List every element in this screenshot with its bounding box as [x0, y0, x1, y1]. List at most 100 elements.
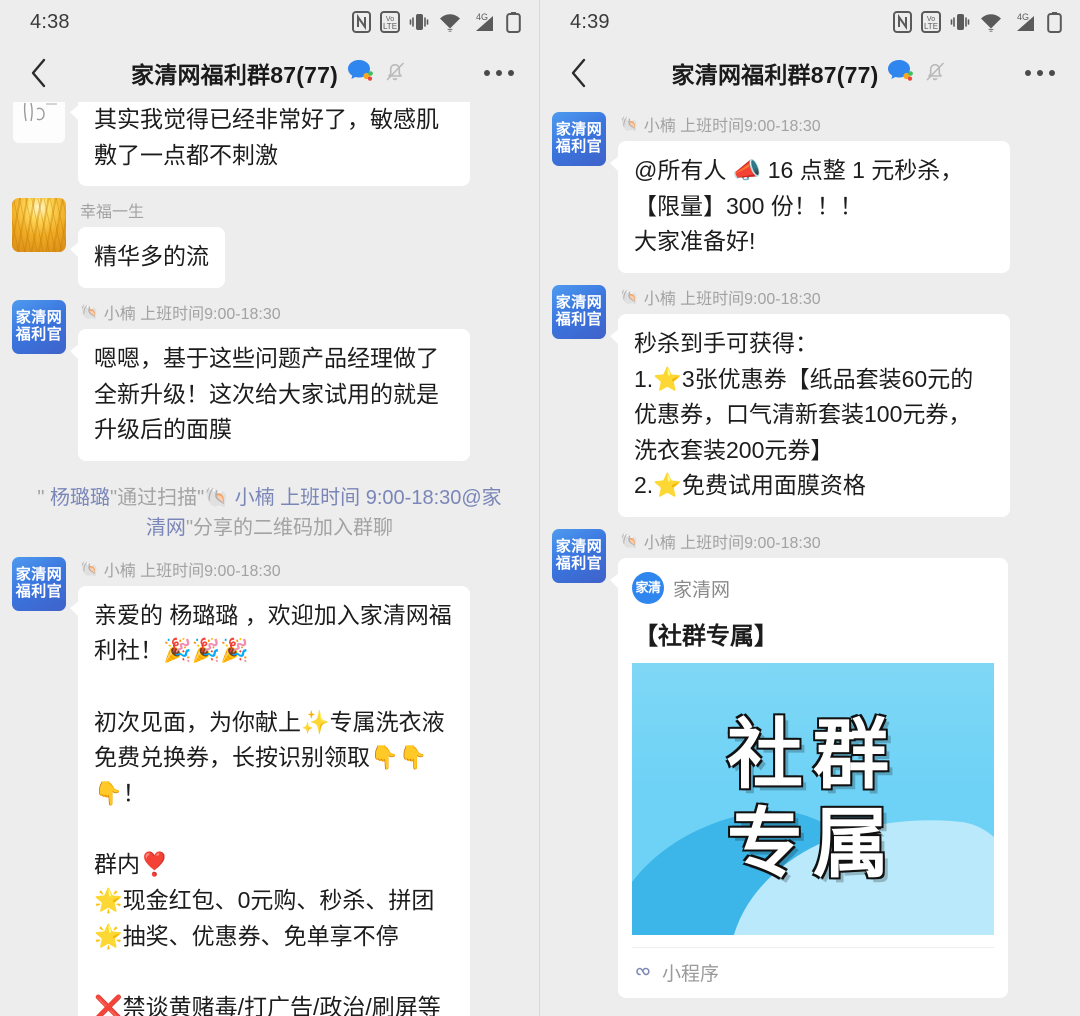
volte-icon: VoLTE	[380, 11, 400, 33]
wecom-icon[interactable]	[885, 56, 915, 91]
sender-name: 小楠 上班时间9:00-18:30	[644, 285, 821, 309]
message-body: 🐚 小楠 上班时间9:00-18:30 家清 家清网 【社群专属】	[618, 529, 1008, 998]
message-bubble[interactable]: 精华多的流	[78, 227, 225, 288]
miniprogram-cover-image[interactable]: 社群 专属	[632, 663, 994, 935]
svg-text:LTE: LTE	[383, 22, 397, 31]
avatar-label-line1: 家清网	[556, 122, 603, 139]
miniprogram-footer-label: 小程序	[662, 959, 719, 986]
nfc-icon	[352, 11, 371, 33]
avatar-label-line1: 家清网	[16, 310, 63, 327]
sender-row: 🐚 小楠 上班时间9:00-18:30	[80, 300, 470, 324]
more-options-button[interactable]	[479, 53, 519, 93]
wecom-icon[interactable]	[345, 56, 375, 91]
system-text-part: "	[37, 487, 50, 509]
message-body: 其实我觉得已经非常好了，敏感肌敷了一点都不刺激	[78, 102, 470, 186]
status-icons: VoLTE 4G	[893, 11, 1062, 33]
dual-screenshot-container: 4:38 VoLTE 4G	[0, 0, 1080, 1016]
screen-left: 4:38 VoLTE 4G	[0, 0, 540, 1016]
avatar-label-line2: 福利官	[556, 312, 603, 329]
avatar[interactable]	[12, 102, 66, 144]
avatar-label-line1: 家清网	[16, 567, 63, 584]
message-list-right[interactable]: 家清网 福利官 🐚 小楠 上班时间9:00-18:30 @所有人 📣 16 点整…	[540, 102, 1080, 1016]
title-center-group: 家清网福利群87(77)	[0, 56, 539, 91]
sender-row: 幸福一生	[80, 198, 225, 222]
message-body: 🐚 小楠 上班时间9:00-18:30 秒杀到手可获得： 1.⭐3张优惠券【纸品…	[618, 285, 1010, 517]
bell-muted-icon[interactable]	[922, 58, 948, 89]
app-logo-text: 家清	[635, 581, 660, 594]
signal-4g-icon: 4G	[471, 11, 497, 33]
more-options-button[interactable]	[1020, 53, 1060, 93]
avatar[interactable]: 家清网 福利官	[12, 300, 66, 354]
message-bubble[interactable]: 其实我觉得已经非常好了，敏感肌敷了一点都不刺激	[78, 102, 470, 186]
avatar[interactable]	[12, 198, 66, 252]
title-center-group: 家清网福利群87(77)	[540, 56, 1080, 91]
system-text-part: "通过扫描"	[110, 487, 204, 509]
avatar[interactable]: 家清网 福利官	[12, 557, 66, 611]
svg-text:LTE: LTE	[924, 22, 938, 31]
miniprogram-app-name: 家清网	[673, 575, 730, 602]
back-button[interactable]	[560, 53, 596, 93]
sender-name: 小楠 上班时间9:00-18:30	[104, 300, 281, 324]
battery-icon	[1047, 11, 1062, 33]
avatar[interactable]: 家清网 福利官	[552, 285, 606, 339]
status-time: 4:38	[30, 11, 70, 34]
page-title: 家清网福利群87(77)	[672, 56, 879, 90]
avatar[interactable]: 家清网 福利官	[552, 529, 606, 583]
status-bar: 4:38 VoLTE 4G	[0, 0, 539, 44]
message-item: 家清网 福利官 🐚 小楠 上班时间9:00-18:30 家清 家清网	[540, 529, 1080, 998]
miniprogram-header: 家清 家清网	[632, 572, 994, 604]
avatar-label-line2: 福利官	[16, 327, 63, 344]
bell-muted-icon[interactable]	[382, 58, 408, 89]
message-item: 家清网 福利官 🐚 小楠 上班时间9:00-18:30 亲爱的 杨璐璐 ，欢迎加…	[0, 557, 539, 1016]
status-icons: VoLTE 4G	[352, 11, 521, 33]
sender-row: 🐚 小楠 上班时间9:00-18:30	[620, 112, 1010, 136]
avatar[interactable]: 家清网 福利官	[552, 112, 606, 166]
avatar-label-line2: 福利官	[16, 584, 63, 601]
message-bubble[interactable]: 秒杀到手可获得： 1.⭐3张优惠券【纸品套装60元的优惠券，口气清新套装100元…	[618, 314, 1010, 517]
shell-emoji-icon: 🐚	[620, 288, 639, 306]
cover-text-line1: 社群	[727, 711, 899, 798]
status-time: 4:39	[570, 11, 610, 34]
message-item: 家清网 福利官 🐚 小楠 上班时间9:00-18:30 @所有人 📣 16 点整…	[540, 112, 1080, 273]
title-bar: 家清网福利群87(77)	[540, 44, 1080, 102]
avatar-label-line2: 福利官	[556, 556, 603, 573]
svg-text:4G: 4G	[476, 12, 488, 22]
system-text-part: "分享的二维码加入群聊	[186, 517, 393, 539]
page-title: 家清网福利群87(77)	[131, 56, 338, 90]
sender-name: 小楠 上班时间9:00-18:30	[104, 557, 281, 581]
title-bar: 家清网福利群87(77)	[0, 44, 539, 102]
avatar-label-line1: 家清网	[556, 539, 603, 556]
shell-emoji-icon: 🐚	[620, 532, 639, 550]
vibrate-icon	[409, 11, 429, 33]
miniprogram-footer: 小程序	[632, 947, 994, 998]
chevron-left-icon	[29, 57, 47, 89]
message-bubble[interactable]: 嗯嗯，基于这些问题产品经理做了全新升级！这次给大家试用的就是升级后的面膜	[78, 329, 470, 461]
more-dots-icon	[484, 70, 514, 76]
sender-name: 幸福一生	[80, 198, 144, 222]
message-list-left[interactable]: 其实我觉得已经非常好了，敏感肌敷了一点都不刺激 幸福一生 精华多的流 家清网 福…	[0, 102, 539, 1016]
miniprogram-title: 【社群专属】	[634, 616, 994, 651]
back-button[interactable]	[20, 53, 56, 93]
sender-row: 🐚 小楠 上班时间9:00-18:30	[620, 285, 1010, 309]
nfc-icon	[893, 11, 912, 33]
miniprogram-card[interactable]: 家清 家清网 【社群专属】 社群 专属	[618, 558, 1008, 998]
message-item: 幸福一生 精华多的流	[0, 198, 539, 288]
message-body: 🐚 小楠 上班时间9:00-18:30 嗯嗯，基于这些问题产品经理做了全新升级！…	[78, 300, 470, 461]
message-item: 其实我觉得已经非常好了，敏感肌敷了一点都不刺激	[0, 102, 539, 186]
cover-text-line2: 专属	[727, 800, 899, 887]
system-link-name[interactable]: 杨璐璐	[50, 487, 110, 509]
wifi-icon	[438, 11, 462, 33]
message-bubble[interactable]: 亲爱的 杨璐璐 ，欢迎加入家清网福利社！🎉🎉🎉 初次见面，为你献上✨专属洗衣液免…	[78, 586, 470, 1016]
avatar-label-line2: 福利官	[556, 139, 603, 156]
wifi-icon	[979, 11, 1003, 33]
svg-text:4G: 4G	[1017, 12, 1029, 22]
shell-emoji-icon: 🐚	[620, 115, 639, 133]
message-body: 幸福一生 精华多的流	[78, 198, 225, 288]
app-logo-icon: 家清	[632, 572, 664, 604]
message-item: 家清网 福利官 🐚 小楠 上班时间9:00-18:30 嗯嗯，基于这些问题产品经…	[0, 300, 539, 461]
shell-emoji-icon: 🐚	[80, 560, 99, 578]
message-bubble[interactable]: @所有人 📣 16 点整 1 元秒杀，【限量】300 份！！！ 大家准备好!	[618, 141, 1010, 273]
sender-row: 🐚 小楠 上班时间9:00-18:30	[80, 557, 470, 581]
message-item: 家清网 福利官 🐚 小楠 上班时间9:00-18:30 秒杀到手可获得： 1.⭐…	[540, 285, 1080, 517]
shell-emoji-icon: 🐚	[80, 303, 99, 321]
